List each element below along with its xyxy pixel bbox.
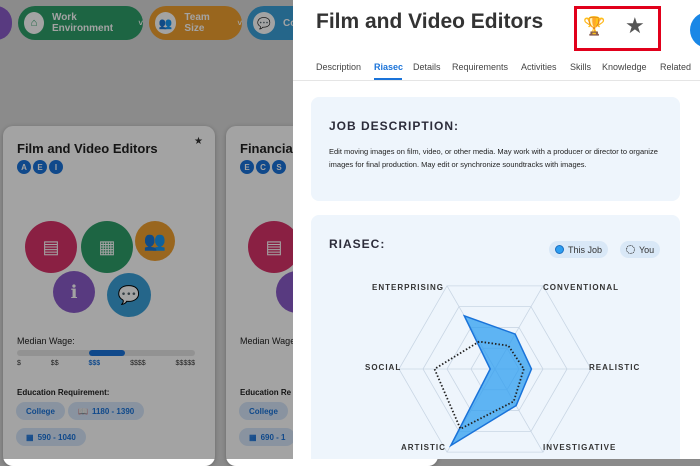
career-detail-panel: Film and Video Editors 🏆 ★ ✕ Description… xyxy=(293,0,700,459)
riasec-radar-chart xyxy=(311,215,680,459)
this-job-area xyxy=(451,316,532,446)
job-description-text: Edit moving images on film, video, or ot… xyxy=(329,145,663,171)
tab-details[interactable]: Details xyxy=(413,62,441,72)
label-social: SOCIAL xyxy=(365,363,401,372)
active-tab-indicator xyxy=(374,78,402,80)
tab-bar: Description Riasec Details Requirements … xyxy=(293,58,700,81)
tab-knowledge[interactable]: Knowledge xyxy=(602,62,647,72)
label-realistic: REALISTIC xyxy=(589,363,640,372)
close-button[interactable]: ✕ xyxy=(690,12,700,48)
panel-title: Film and Video Editors xyxy=(316,10,543,34)
tab-riasec[interactable]: Riasec xyxy=(374,62,403,72)
favorite-star-icon[interactable]: ★ xyxy=(625,13,645,39)
trophy-icon[interactable]: 🏆 xyxy=(583,16,605,37)
label-enterprising: ENTERPRISING xyxy=(372,283,444,292)
tab-related[interactable]: Related xyxy=(660,62,691,72)
label-investigative: INVESTIGATIVE xyxy=(543,443,616,452)
tab-requirements[interactable]: Requirements xyxy=(452,62,508,72)
tab-activities[interactable]: Activities xyxy=(521,62,557,72)
section-heading: JOB DESCRIPTION: xyxy=(329,119,459,133)
job-description-section: JOB DESCRIPTION: Edit moving images on f… xyxy=(311,97,680,201)
tab-skills[interactable]: Skills xyxy=(570,62,591,72)
label-conventional: CONVENTIONAL xyxy=(543,283,619,292)
tab-description[interactable]: Description xyxy=(316,62,361,72)
label-artistic: ARTISTIC xyxy=(401,443,446,452)
riasec-section: RIASEC: This Job You ENTERPRISING CONVEN… xyxy=(311,215,680,459)
